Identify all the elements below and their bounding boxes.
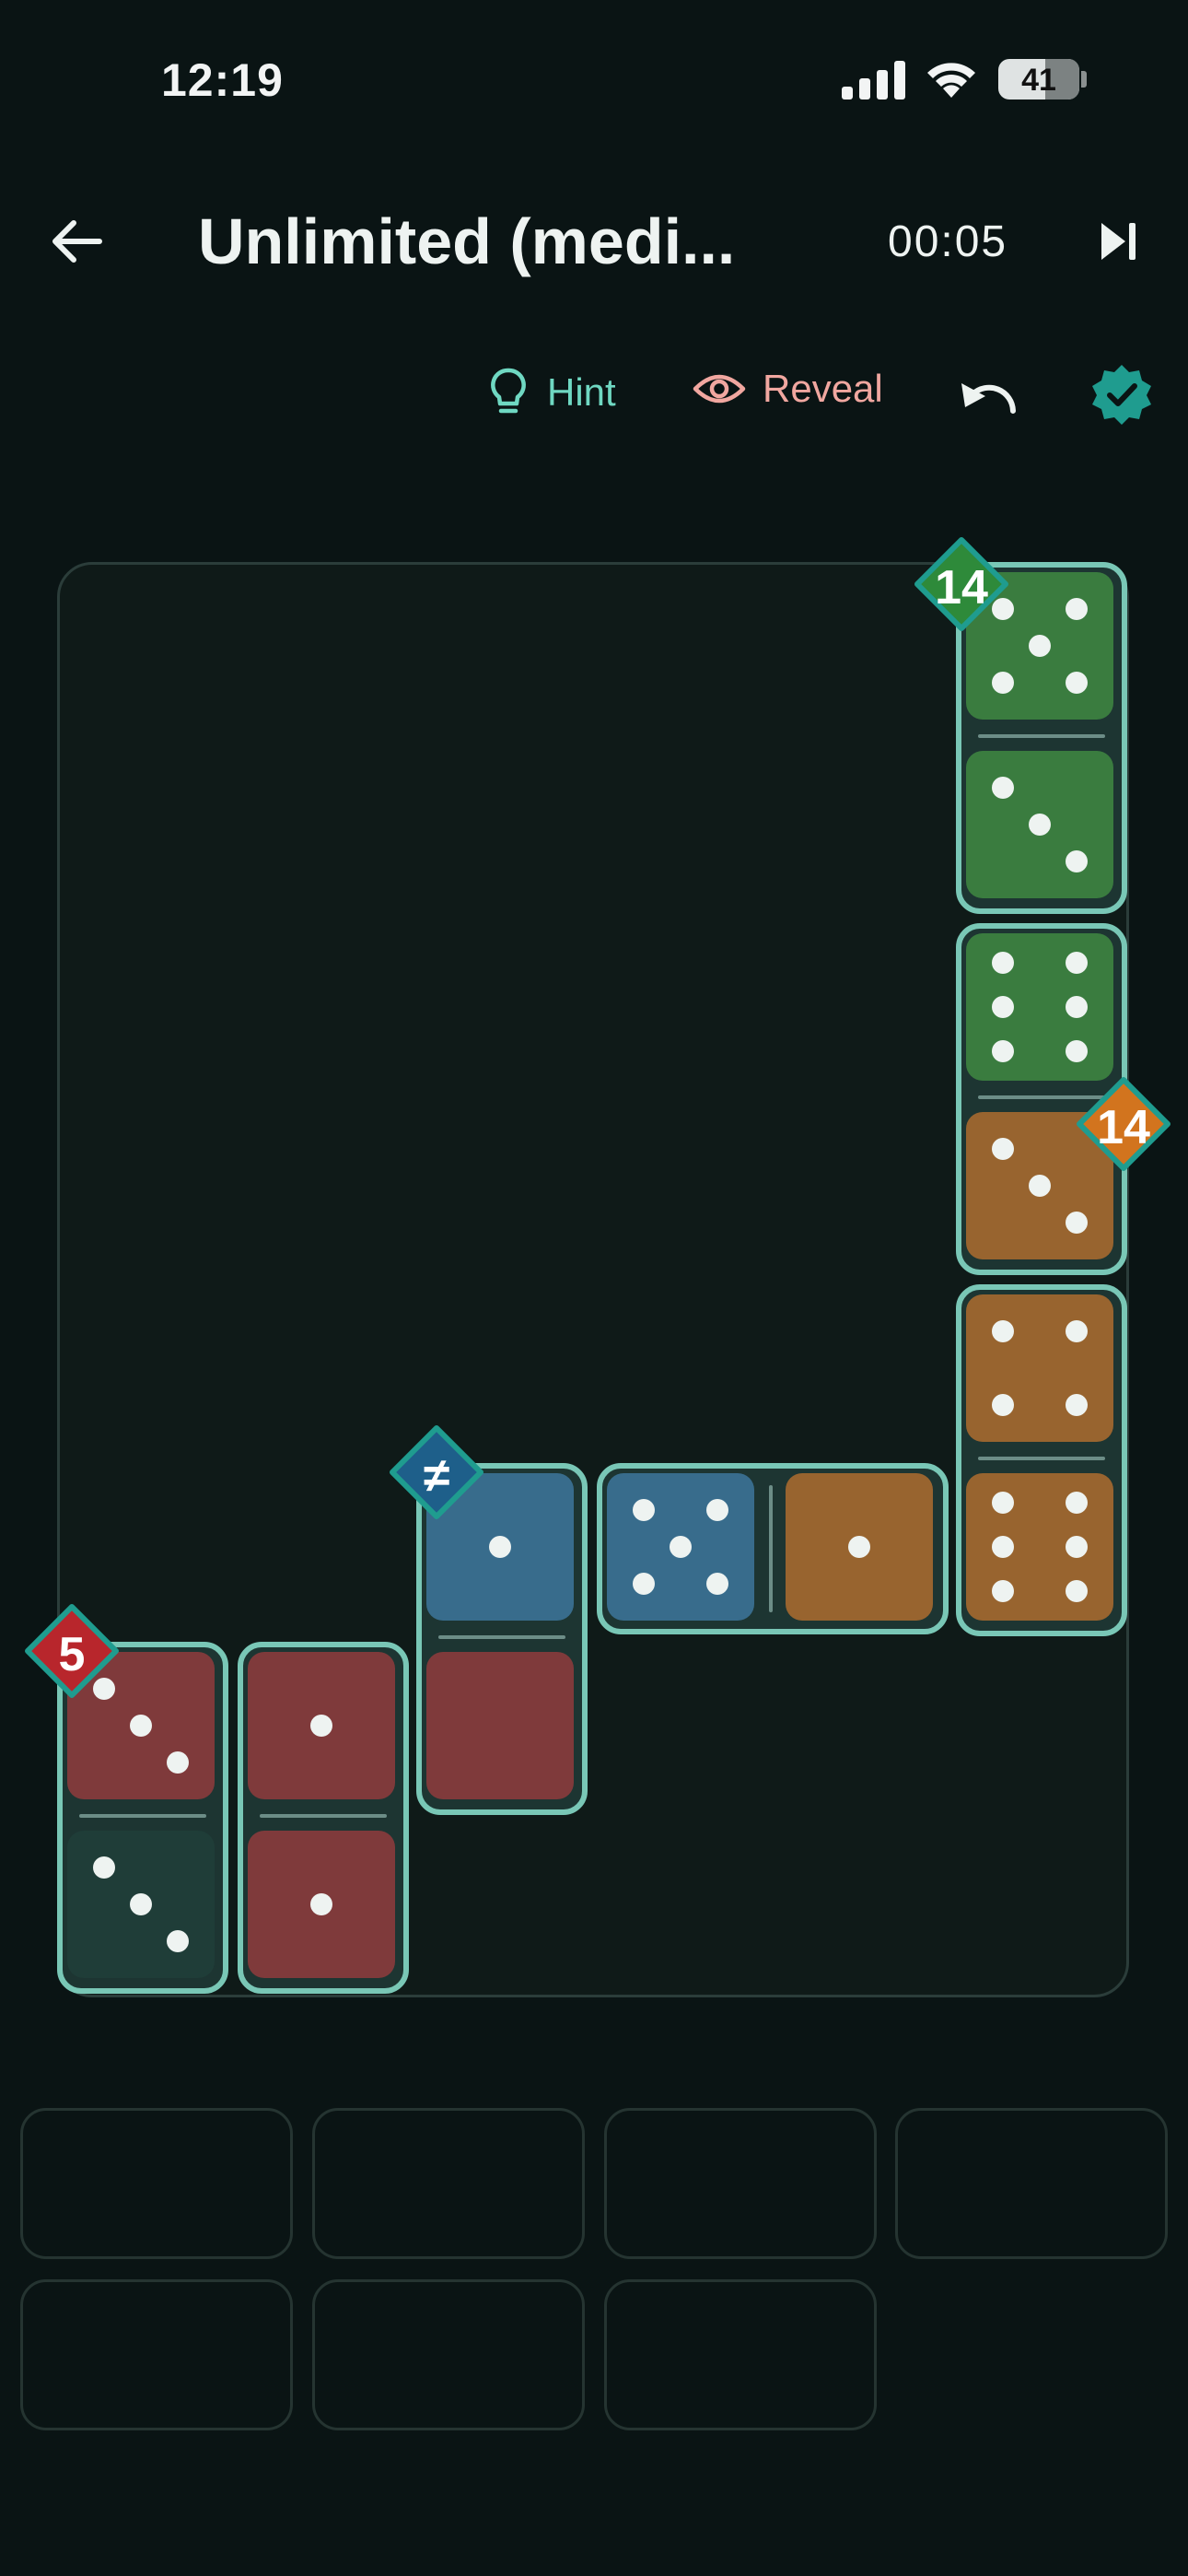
- tray-slot[interactable]: [20, 2108, 293, 2259]
- tray-slot[interactable]: [604, 2279, 877, 2430]
- tray-slot[interactable]: [20, 2279, 293, 2430]
- tray-slot[interactable]: [604, 2108, 877, 2259]
- domino-tray: [0, 0, 1188, 2576]
- tray-slot[interactable]: [312, 2279, 585, 2430]
- tray-slot[interactable]: [895, 2108, 1168, 2259]
- tray-slot[interactable]: [312, 2108, 585, 2259]
